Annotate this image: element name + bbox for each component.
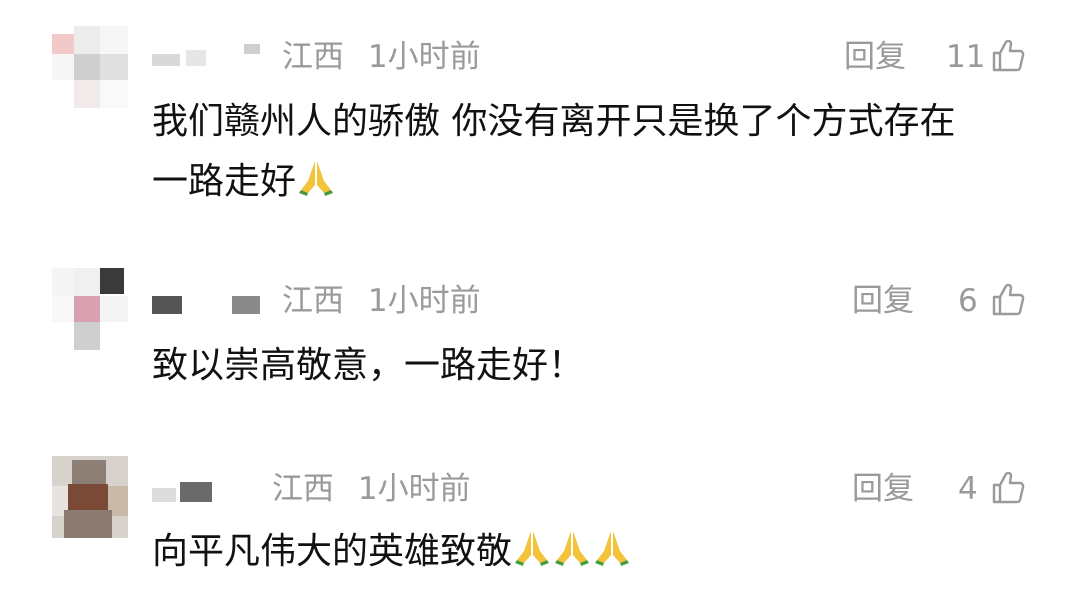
like-count: 11 (946, 39, 986, 75)
comment-time: 1小时前 (357, 471, 471, 507)
reply-button[interactable]: 回复 (852, 281, 914, 321)
comment-time: 1小时前 (367, 283, 481, 319)
like-count: 6 (958, 283, 978, 319)
username[interactable] (152, 294, 262, 316)
comment-text-line: 致以崇高敬意，一路走好！ (152, 345, 585, 386)
comment-location: 江西 (272, 471, 334, 507)
comment-text: 致以崇高敬意，一路走好！ (152, 336, 1032, 396)
avatar[interactable] (52, 456, 128, 538)
comment-meta: 江西 1小时前 (282, 37, 481, 77)
folded-hands-emoji-icon (592, 526, 632, 586)
username[interactable] (152, 44, 272, 66)
thumbs-up-icon[interactable] (990, 38, 1026, 74)
folded-hands-emoji-icon (512, 526, 552, 586)
comment-text: 向平凡伟大的英雄致敬 (152, 522, 1032, 586)
comment-meta: 江西 1小时前 (282, 281, 481, 321)
username[interactable] (152, 480, 242, 502)
comment-text-line: 向平凡伟大的英雄致敬 (152, 522, 1032, 586)
comment-location: 江西 (282, 283, 344, 319)
comment-time: 1小时前 (367, 39, 481, 75)
avatar[interactable] (52, 26, 128, 108)
comment-location: 江西 (282, 39, 344, 75)
thumbs-up-icon[interactable] (990, 282, 1026, 318)
reply-button[interactable]: 回复 (852, 469, 914, 509)
like-count: 4 (958, 471, 978, 507)
comment-text: 我们赣州人的骄傲 你没有离开只是换了个方式存在 一路走好 (152, 92, 1032, 216)
avatar[interactable] (52, 268, 128, 350)
folded-hands-emoji-icon (552, 526, 592, 586)
comment-text-line: 一路走好 (152, 152, 1032, 216)
thumbs-up-icon[interactable] (990, 470, 1026, 506)
comment-text-line: 我们赣州人的骄傲 你没有离开只是换了个方式存在 (152, 101, 956, 142)
comment-meta: 江西 1小时前 (272, 469, 471, 509)
reply-button[interactable]: 回复 (844, 37, 906, 77)
folded-hands-emoji-icon (296, 156, 336, 216)
